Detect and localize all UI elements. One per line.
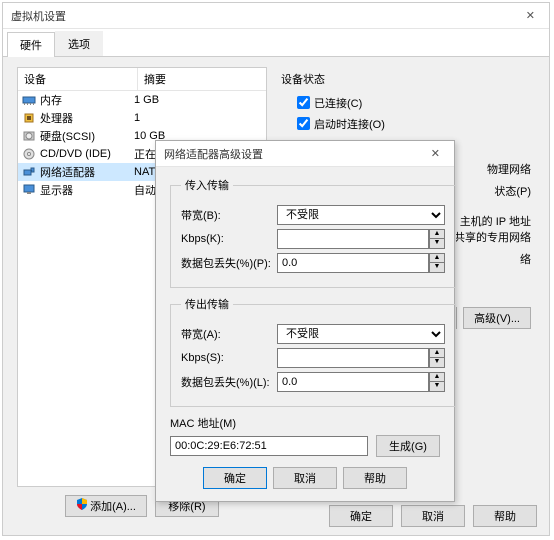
table-header: 设备 摘要 xyxy=(18,68,266,91)
display-icon xyxy=(22,183,36,197)
kbps-in-spinner[interactable]: ▲▼ xyxy=(429,229,445,249)
incoming-legend: 传入传输 xyxy=(181,177,233,193)
cd-icon xyxy=(22,147,36,161)
loss-out-input[interactable] xyxy=(277,372,429,392)
shield-icon xyxy=(76,498,88,510)
dialog-ok-button[interactable]: 确定 xyxy=(203,467,267,489)
connect-at-poweron-checkbox[interactable]: 启动时连接(O) xyxy=(293,114,531,133)
table-row[interactable]: 处理器 1 xyxy=(18,109,266,127)
add-button[interactable]: 添加(A)... xyxy=(65,495,147,517)
mac-input[interactable] xyxy=(170,436,368,456)
advanced-button[interactable]: 高级(V)... xyxy=(463,307,531,329)
kbps-out-spinner[interactable]: ▲▼ xyxy=(429,348,445,368)
mac-label: MAC 地址(M) xyxy=(170,415,440,431)
tab-hardware[interactable]: 硬件 xyxy=(7,32,55,57)
dialog-title: 网络适配器高级设置 xyxy=(164,146,425,162)
table-row[interactable]: 内存 1 GB xyxy=(18,91,266,109)
dialog-cancel-button[interactable]: 取消 xyxy=(273,467,337,489)
net-icon xyxy=(22,165,36,179)
device-name: 内存 xyxy=(40,92,62,108)
device-name: 显示器 xyxy=(40,182,73,198)
device-name: 硬盘(SCSI) xyxy=(40,128,95,144)
bandwidth-out-label: 带宽(A): xyxy=(181,326,277,342)
tab-options[interactable]: 选项 xyxy=(55,31,103,56)
main-titlebar: 虚拟机设置 ✕ xyxy=(3,3,549,29)
loss-in-label: 数据包丢失(%)(P): xyxy=(181,255,277,271)
bandwidth-out-select[interactable]: 不受限 xyxy=(277,324,445,344)
kbps-in-label: Kbps(K): xyxy=(181,233,277,245)
loss-out-label: 数据包丢失(%)(L): xyxy=(181,374,277,390)
loss-in-spinner[interactable]: ▲▼ xyxy=(429,253,445,273)
dialog-close-icon[interactable]: ✕ xyxy=(425,145,446,162)
main-title: 虚拟机设置 xyxy=(11,8,520,24)
tabs: 硬件 选项 xyxy=(3,29,549,57)
ok-button[interactable]: 确定 xyxy=(329,505,393,527)
generate-button[interactable]: 生成(G) xyxy=(376,435,440,457)
cpu-icon xyxy=(22,111,36,125)
dialog-help-button[interactable]: 帮助 xyxy=(343,467,407,489)
device-summary: 1 GB xyxy=(134,94,262,106)
device-summary: 1 xyxy=(134,112,262,124)
main-footer: 确定 取消 帮助 xyxy=(329,505,537,527)
outgoing-legend: 传出传输 xyxy=(181,296,233,312)
device-name: 网络适配器 xyxy=(40,164,95,180)
kbps-out-label: Kbps(S): xyxy=(181,352,277,364)
close-icon[interactable]: ✕ xyxy=(520,7,541,24)
incoming-group: 传入传输 带宽(B): 不受限 Kbps(K): ▲▼ 数据包丢失(%)(P):… xyxy=(170,177,456,288)
device-name: CD/DVD (IDE) xyxy=(40,148,111,160)
kbps-in-input[interactable] xyxy=(277,229,429,249)
bandwidth-in-label: 带宽(B): xyxy=(181,207,277,223)
device-name: 处理器 xyxy=(40,110,73,126)
loss-out-spinner[interactable]: ▲▼ xyxy=(429,372,445,392)
disk-icon xyxy=(22,129,36,143)
loss-in-input[interactable] xyxy=(277,253,429,273)
memory-icon xyxy=(22,93,36,107)
col-device: 设备 xyxy=(18,68,138,90)
connected-checkbox[interactable]: 已连接(C) xyxy=(293,93,531,112)
col-summary: 摘要 xyxy=(138,68,172,90)
help-button[interactable]: 帮助 xyxy=(473,505,537,527)
dialog-titlebar: 网络适配器高级设置 ✕ xyxy=(156,141,454,167)
bandwidth-in-select[interactable]: 不受限 xyxy=(277,205,445,225)
device-status-label: 设备状态 xyxy=(281,71,531,87)
kbps-out-input[interactable] xyxy=(277,348,429,368)
outgoing-group: 传出传输 带宽(A): 不受限 Kbps(S): ▲▼ 数据包丢失(%)(L):… xyxy=(170,296,456,407)
cancel-button[interactable]: 取消 xyxy=(401,505,465,527)
advanced-dialog: 网络适配器高级设置 ✕ 传入传输 带宽(B): 不受限 Kbps(K): ▲▼ … xyxy=(155,140,455,502)
